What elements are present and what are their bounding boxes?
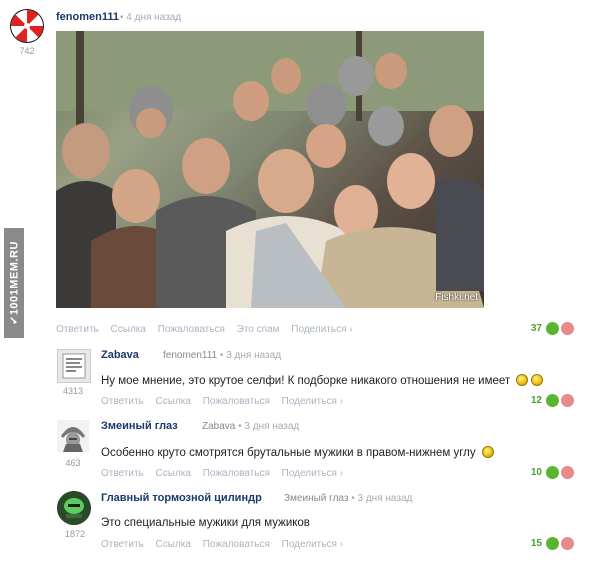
post-time-text: 4 дня назад (126, 12, 182, 23)
comment-author-rating: 1872 (64, 529, 86, 539)
share-link[interactable]: Поделиться › (282, 468, 343, 479)
report-link[interactable]: Пожаловаться (203, 396, 270, 407)
comment-actions: Ответить Ссылка Пожаловаться Поделиться … (101, 468, 352, 479)
permalink-link[interactable]: Ссылка (156, 468, 191, 479)
comment-vote: 10 (520, 466, 580, 480)
comment-vote: 15 (520, 537, 580, 551)
vote-down-button[interactable] (561, 394, 574, 407)
reply-to-name[interactable]: Змеиный глаз (284, 493, 348, 504)
reply-link[interactable]: Ответить (101, 468, 144, 479)
comment-time: 3 дня назад (226, 350, 282, 361)
share-link[interactable]: Поделиться › (282, 396, 343, 407)
smiley-icon (531, 374, 544, 386)
reply-to-name[interactable]: Zabava (202, 421, 235, 432)
post-author-avatar[interactable] (10, 9, 44, 43)
comment-actions: Ответить Ссылка Пожаловаться Поделиться … (101, 396, 352, 407)
reply-link[interactable]: Ответить (56, 324, 99, 335)
comment-author-avatar[interactable] (57, 491, 91, 525)
comment-author-rating: 4313 (62, 386, 84, 396)
smiley-icon (516, 374, 529, 386)
comment-body: Это специальные мужики для мужиков (101, 517, 310, 529)
comment-reply-to: fenomen111 • 3 дня назад (163, 350, 281, 361)
post-vote: 37 (520, 322, 580, 336)
post-time: • 4 дня назад (120, 12, 181, 23)
comment-body: Особенно круто смотрятся брутальные мужи… (101, 447, 476, 459)
comment-time: 3 дня назад (244, 421, 300, 432)
vote-down-button[interactable] (561, 537, 574, 550)
report-link[interactable]: Пожаловаться (203, 539, 270, 550)
vote-up-button[interactable] (546, 394, 559, 407)
comment-vote: 12 (520, 394, 580, 408)
vote-count: 12 (530, 395, 542, 406)
chief-headdress-icon (61, 427, 85, 452)
vote-count: 37 (530, 323, 542, 334)
comment-author-avatar[interactable] (57, 349, 91, 383)
comment-actions: Ответить Ссылка Пожаловаться Поделиться … (101, 539, 352, 550)
permalink-link[interactable]: Ссылка (156, 539, 191, 550)
reply-link[interactable]: Ответить (101, 396, 144, 407)
note-picture-icon (62, 353, 86, 379)
permalink-link[interactable]: Ссылка (111, 324, 146, 335)
vote-up-button[interactable] (546, 537, 559, 550)
spam-link[interactable]: Это спам (237, 324, 280, 335)
image-watermark: Fishki.net (435, 292, 478, 303)
post-author-name[interactable]: fenomen111 (56, 11, 119, 23)
comment-text: Это специальные мужики для мужиков (101, 517, 310, 529)
vote-count: 15 (530, 538, 542, 549)
umbrella-logo-icon (11, 10, 43, 42)
comment-reply-to: Змеиный глаз • 3 дня назад (284, 493, 412, 504)
site-watermark: ✔1001MEM.RU (4, 228, 24, 338)
vote-down-button[interactable] (561, 466, 574, 479)
comment-text: Ну мое мнение, это крутое селфи! К подбо… (101, 374, 544, 387)
report-link[interactable]: Пожаловаться (203, 468, 270, 479)
post-image[interactable]: Fishki.net (56, 31, 484, 308)
comment-time: 3 дня назад (357, 493, 413, 504)
vote-down-button[interactable] (561, 322, 574, 335)
report-link[interactable]: Пожаловаться (158, 324, 225, 335)
post-author-rating: 742 (19, 46, 35, 56)
site-watermark-text: ✔1001MEM.RU (8, 241, 21, 325)
comment-author-rating: 463 (65, 458, 81, 468)
post-actions: Ответить Ссылка Пожаловаться Это спам По… (56, 324, 362, 335)
vote-up-button[interactable] (546, 322, 559, 335)
reply-link[interactable]: Ответить (101, 539, 144, 550)
robot-mask-icon (57, 491, 91, 525)
comment-text: Особенно круто смотрятся брутальные мужи… (101, 446, 494, 459)
vote-count: 10 (530, 467, 542, 478)
share-link[interactable]: Поделиться › (282, 539, 343, 550)
share-link[interactable]: Поделиться › (291, 324, 352, 335)
comment-body: Ну мое мнение, это крутое селфи! К подбо… (101, 375, 511, 387)
comment-author-name[interactable]: Змеиный глаз (101, 420, 178, 432)
group-selfie-illustration (56, 31, 484, 308)
comment-author-name[interactable]: Главный тормозной цилиндр (101, 492, 262, 504)
smiley-icon (481, 446, 494, 458)
vote-up-button[interactable] (546, 466, 559, 479)
comment-reply-to: Zabava • 3 дня назад (202, 421, 299, 432)
reply-to-name[interactable]: fenomen111 (163, 350, 217, 361)
permalink-link[interactable]: Ссылка (156, 396, 191, 407)
comment-author-avatar[interactable] (57, 420, 89, 452)
comment-author-name[interactable]: Zabava (101, 349, 139, 361)
